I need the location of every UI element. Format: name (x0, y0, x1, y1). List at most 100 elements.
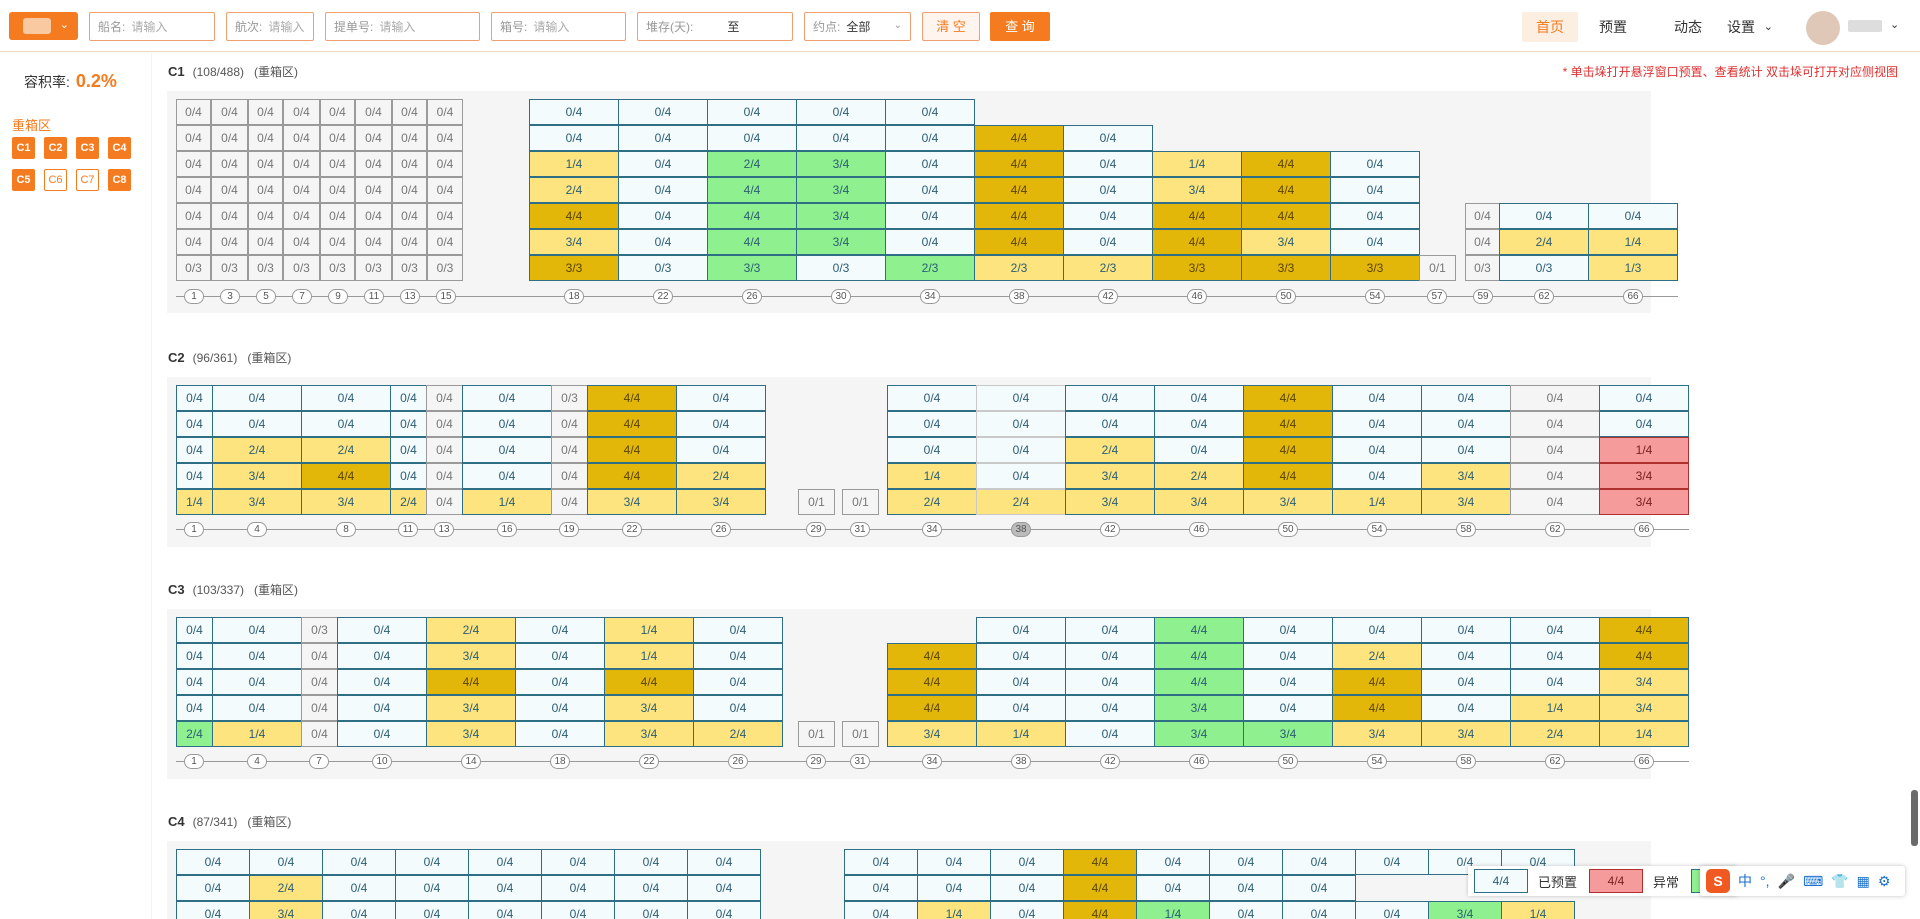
bay-cell[interactable]: 0/4 (395, 849, 469, 875)
bay-cell[interactable]: 0/4 (283, 125, 320, 151)
zone-button-c6[interactable]: C6 (44, 169, 67, 191)
bay-cell[interactable]: 0/4 (1588, 203, 1678, 229)
bay-cell[interactable]: 0/4 (976, 643, 1066, 669)
bay-cell[interactable]: 1/4 (917, 901, 991, 919)
zone-button-c7[interactable]: C7 (76, 169, 99, 191)
bay-cell[interactable]: 4/4 (1599, 617, 1689, 643)
bay-cell[interactable]: 4/4 (587, 463, 677, 489)
bay-cell[interactable]: 0/4 (392, 125, 427, 151)
bay-cell[interactable]: 2/4 (426, 617, 516, 643)
bay-cell[interactable]: 0/4 (885, 177, 975, 203)
bay-cell[interactable]: 1/4 (1136, 901, 1210, 919)
bay-cell[interactable]: 0/4 (515, 669, 605, 695)
bay-cell[interactable]: 0/4 (176, 875, 250, 901)
bay-cell[interactable]: 0/4 (976, 463, 1066, 489)
bay-cell[interactable]: 0/4 (392, 151, 427, 177)
bay-cell[interactable]: 0/4 (1355, 849, 1429, 875)
bay-cell[interactable]: 0/4 (322, 849, 396, 875)
bay-cell[interactable]: 1/4 (887, 463, 977, 489)
bay-cell[interactable]: 0/4 (885, 99, 975, 125)
bay-cell[interactable]: 0/4 (427, 99, 463, 125)
bay-cell[interactable]: 0/4 (614, 849, 688, 875)
bay-cell[interactable]: 0/3 (320, 255, 355, 281)
bay-cell[interactable]: 0/4 (541, 849, 615, 875)
bay-cell[interactable]: 2/4 (693, 721, 783, 747)
bay-cell[interactable]: 0/4 (355, 177, 392, 203)
bay-cell[interactable]: 0/4 (426, 489, 463, 515)
bay-cell[interactable]: 0/4 (320, 151, 355, 177)
bay-cell[interactable]: 4/4 (707, 177, 797, 203)
bay-cell[interactable]: 4/4 (1063, 875, 1137, 901)
ime-punctuation[interactable]: °, (1760, 873, 1770, 889)
bay-cell[interactable]: 0/4 (693, 643, 783, 669)
bay-cell[interactable]: 2/4 (1065, 437, 1155, 463)
bay-cell[interactable]: 2/4 (1154, 463, 1244, 489)
bay-cell[interactable]: 0/4 (707, 125, 797, 151)
bay-cell[interactable]: 3/4 (1421, 721, 1511, 747)
bay-cell[interactable]: 1/4 (212, 721, 302, 747)
voyage-field[interactable]: 航次: 请输入 (226, 12, 314, 41)
bay-cell[interactable]: 3/3 (1152, 255, 1242, 281)
bay-cell[interactable]: 0/1 (798, 489, 835, 515)
bay-cell[interactable]: 4/4 (707, 203, 797, 229)
bay-cell[interactable]: 0/4 (515, 695, 605, 721)
bay-cell[interactable]: 1/4 (1588, 229, 1678, 255)
bay-cell[interactable]: 4/4 (1332, 695, 1422, 721)
bay-cell[interactable]: 0/4 (618, 229, 708, 255)
bay-cell[interactable]: 3/4 (1241, 229, 1331, 255)
bay-cell[interactable]: 0/4 (248, 229, 283, 255)
bay-cell[interactable]: 0/3 (392, 255, 427, 281)
bay-cell[interactable]: 0/4 (515, 643, 605, 669)
bay-cell[interactable]: 4/4 (1241, 151, 1331, 177)
bay-cell[interactable]: 0/4 (885, 151, 975, 177)
bay-cell[interactable]: 0/4 (427, 177, 463, 203)
keyboard-icon[interactable]: ⌨ (1803, 873, 1823, 890)
ship-name-field[interactable]: 船名: 请输入 (89, 12, 215, 41)
bay-cell[interactable]: 3/4 (1065, 489, 1155, 515)
bay-cell[interactable]: 0/4 (1332, 437, 1422, 463)
bay-cell[interactable]: 4/4 (974, 203, 1064, 229)
bay-cell[interactable]: 4/4 (1241, 203, 1331, 229)
bay-cell[interactable]: 2/4 (390, 489, 427, 515)
bay-cell[interactable]: 0/4 (1510, 669, 1600, 695)
bay-cell[interactable]: 0/4 (1154, 411, 1244, 437)
bay-cell[interactable]: 0/4 (283, 229, 320, 255)
bay-cell[interactable]: 0/4 (427, 151, 463, 177)
bay-cell[interactable]: 0/3 (176, 255, 211, 281)
bay-cell[interactable]: 3/4 (1154, 695, 1244, 721)
bay-cell[interactable]: 0/4 (1063, 203, 1153, 229)
bay-cell[interactable]: 0/4 (426, 411, 463, 437)
bay-cell[interactable]: 4/4 (974, 177, 1064, 203)
bay-cell[interactable]: 0/4 (1243, 695, 1333, 721)
bay-cell[interactable]: 2/3 (974, 255, 1064, 281)
bay-cell[interactable]: 4/4 (1063, 901, 1137, 919)
bay-cell[interactable]: 0/4 (176, 229, 211, 255)
bay-cell[interactable]: 0/4 (1063, 125, 1153, 151)
bay-cell[interactable]: 0/4 (1136, 849, 1210, 875)
bay-cell[interactable]: 0/4 (1065, 385, 1155, 411)
bay-cell[interactable]: 0/4 (176, 151, 211, 177)
bay-cell[interactable]: 0/4 (1332, 411, 1422, 437)
bill-of-lading-input[interactable]: 请输入 (379, 18, 415, 35)
bay-cell[interactable]: 3/4 (1154, 721, 1244, 747)
bay-cell[interactable]: 0/4 (427, 125, 463, 151)
bay-cell[interactable]: 0/4 (355, 229, 392, 255)
username[interactable] (1848, 20, 1882, 32)
bay-cell[interactable]: 0/4 (322, 901, 396, 919)
bay-cell[interactable]: 3/3 (707, 255, 797, 281)
bay-cell[interactable]: 0/4 (283, 203, 320, 229)
bay-cell[interactable]: 0/4 (1332, 463, 1422, 489)
bay-cell[interactable]: 0/4 (176, 437, 213, 463)
nav-preset[interactable]: 预置 (1585, 12, 1641, 42)
bay-cell[interactable]: 3/4 (212, 463, 302, 489)
bay-cell[interactable]: 0/4 (211, 125, 248, 151)
bay-cell[interactable]: 0/4 (1510, 385, 1600, 411)
bay-cell[interactable]: 0/3 (211, 255, 248, 281)
bay-cell[interactable]: 0/4 (1065, 695, 1155, 721)
bay-cell[interactable]: 0/4 (693, 669, 783, 695)
bay-cell[interactable]: 4/4 (1241, 177, 1331, 203)
bay-cell[interactable]: 0/4 (1510, 411, 1600, 437)
bay-cell[interactable]: 0/4 (248, 203, 283, 229)
ship-name-input[interactable]: 请输入 (131, 18, 167, 35)
bay-cell[interactable]: 0/4 (618, 99, 708, 125)
